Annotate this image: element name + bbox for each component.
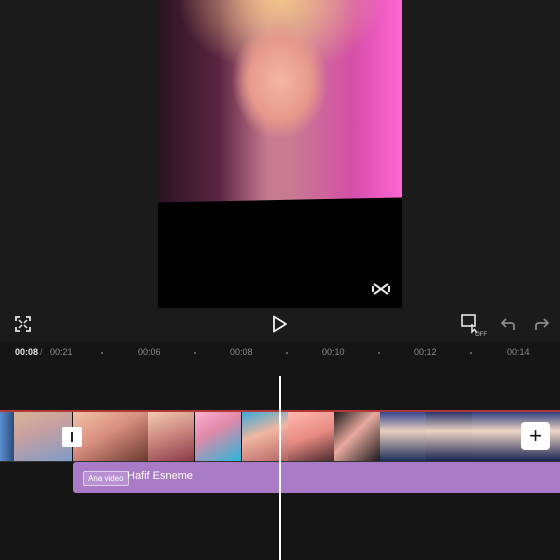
clip-thumbnail <box>148 410 194 462</box>
ruler-tick-label: 00:06 <box>138 347 161 357</box>
ruler-dot <box>378 352 380 354</box>
time-ruler[interactable]: 00:08 / 00:21 00:06 00:08 00:10 00:12 00… <box>0 342 560 364</box>
audio-badge: Ana video <box>83 471 129 486</box>
ruler-dot <box>286 352 288 354</box>
current-time: 00:08 <box>15 347 39 357</box>
redo-icon <box>534 316 550 332</box>
ruler-tick-label: 00:10 <box>322 347 345 357</box>
undo-icon <box>500 316 516 332</box>
total-duration: 00:21 <box>50 347 73 357</box>
audio-track[interactable]: Ana video Hafif Esneme <box>73 462 560 493</box>
redo-button[interactable] <box>530 312 554 336</box>
ruler-dot <box>470 352 472 354</box>
ruler-tick-label: 00:08 <box>230 347 253 357</box>
clip-thumbnail <box>426 410 472 462</box>
clip-thumbnail <box>0 410 14 462</box>
plus-icon: + <box>529 423 542 448</box>
add-clip-button[interactable]: + <box>521 422 550 450</box>
capcut-logo-icon <box>372 282 390 296</box>
undo-button[interactable] <box>496 312 520 336</box>
ruler-tick-label: 00:12 <box>414 347 437 357</box>
ruler-dot <box>101 352 103 354</box>
audio-title: Hafif Esneme <box>127 470 194 482</box>
clip-transition-button[interactable] <box>62 427 82 447</box>
clip-thumbnail <box>195 410 241 462</box>
fullscreen-button[interactable] <box>11 312 35 336</box>
clip-thumbnail <box>73 410 148 462</box>
fullscreen-icon <box>15 316 31 332</box>
keyframe-state-label: OFF <box>475 332 487 338</box>
keyframe-toggle-button[interactable]: OFF <box>459 312 487 338</box>
clip-thumbnail <box>288 410 334 462</box>
time-separator: / <box>40 347 43 357</box>
ruler-dot <box>194 352 196 354</box>
playback-controls-bar: OFF <box>0 308 560 342</box>
play-button[interactable] <box>268 312 292 336</box>
playhead[interactable] <box>279 376 281 560</box>
transition-icon <box>71 432 73 442</box>
video-frame-image <box>158 0 402 212</box>
clip-thumbnail <box>242 410 288 462</box>
ruler-tick-label: 00:14 <box>507 347 530 357</box>
video-preview[interactable] <box>158 0 402 308</box>
clip-thumbnail <box>380 410 426 462</box>
video-preview-area <box>0 0 560 308</box>
clip-thumbnail <box>334 410 380 462</box>
play-icon <box>272 315 288 333</box>
